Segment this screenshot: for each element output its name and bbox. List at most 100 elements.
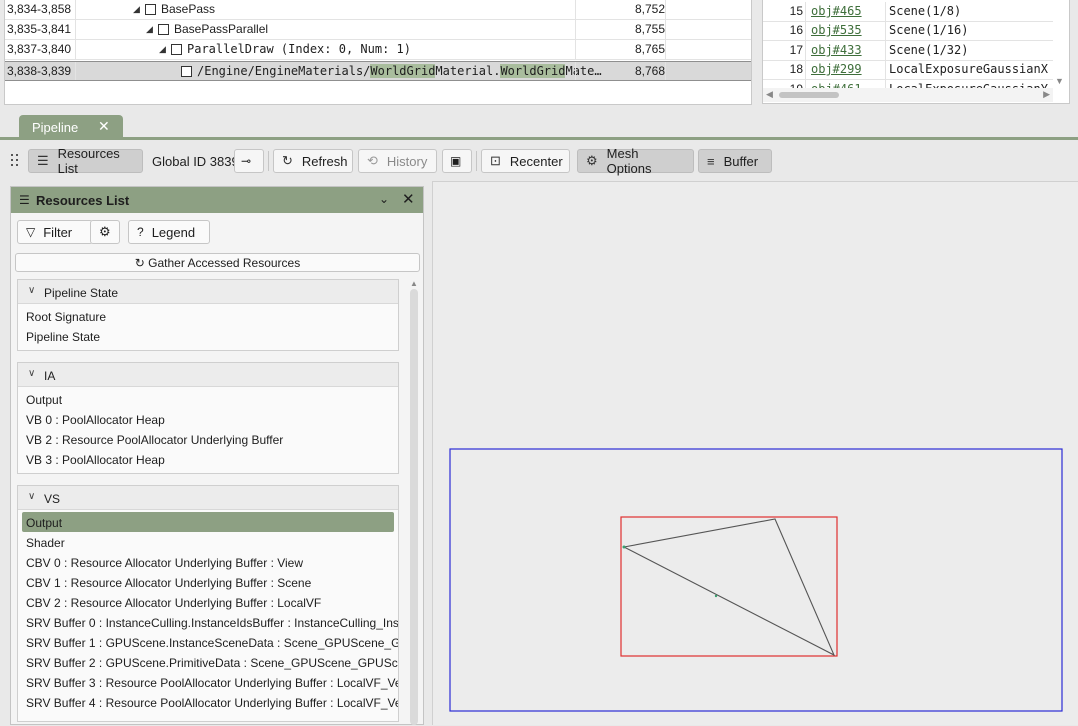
chevron-down-icon[interactable]: ∨ bbox=[28, 285, 35, 296]
resource-item[interactable]: Pipeline State bbox=[18, 326, 398, 346]
column-divider bbox=[665, 62, 666, 80]
object-row[interactable]: 16 obj#535 Scene(1/16) bbox=[763, 21, 1053, 41]
column-divider bbox=[885, 60, 886, 79]
scroll-left-icon[interactable]: ◀ bbox=[766, 89, 773, 100]
section-header[interactable]: ∨ Pipeline State bbox=[18, 280, 398, 304]
close-icon[interactable]: ✕ bbox=[402, 190, 415, 208]
drag-handle-icon[interactable] bbox=[11, 154, 19, 168]
event-id: 8,765 bbox=[634, 42, 665, 56]
tab-pipeline[interactable]: Pipeline ✕ bbox=[19, 115, 123, 139]
chevron-down-icon[interactable]: ⌄ bbox=[379, 192, 389, 206]
scroll-up-icon[interactable]: ▲ bbox=[410, 279, 418, 288]
resources-list-toggle-button[interactable]: ☰ Resources List bbox=[28, 146, 143, 176]
object-row[interactable]: 17 obj#433 Scene(1/32) bbox=[763, 41, 1053, 61]
object-name: Scene(1/16) bbox=[889, 23, 969, 37]
buffer-button[interactable]: ≡ Buffer bbox=[698, 149, 772, 173]
section-title: VS bbox=[44, 492, 61, 506]
resource-item[interactable]: CBV 2 : Resource Allocator Underlying Bu… bbox=[18, 592, 398, 612]
expand-triangle-icon[interactable]: ◢ bbox=[159, 44, 171, 55]
event-name: /Engine/EngineMaterials/WorldGrid Materia… bbox=[181, 64, 602, 78]
resource-item[interactable]: CBV 1 : Resource Allocator Underlying Bu… bbox=[18, 572, 398, 592]
event-row[interactable]: 3,837-3,840 ◢ ParallelDraw (Index: 0, Num:… bbox=[5, 40, 751, 60]
history-button[interactable]: ⟲ History bbox=[358, 149, 437, 173]
gather-accessed-resources-button[interactable]: ↻ Gather Accessed Resources bbox=[15, 253, 420, 272]
mesh-preview-canvas[interactable] bbox=[433, 182, 1078, 726]
path-mid: Material. bbox=[435, 64, 501, 78]
event-label: BasePassParallel bbox=[174, 22, 269, 36]
recenter-button[interactable]: ⊡ Recenter bbox=[481, 149, 570, 173]
object-row[interactable]: 15 obj#465 Scene(1/8) bbox=[763, 2, 1053, 22]
scroll-right-icon[interactable]: ▶ bbox=[1043, 89, 1050, 100]
resource-item[interactable]: Shader bbox=[18, 532, 398, 552]
refresh-button[interactable]: ↻ Refresh bbox=[273, 149, 353, 173]
resource-item[interactable]: VB 2 : Resource PoolAllocator Underlying… bbox=[18, 429, 398, 449]
filter-button[interactable]: ▽ Filter bbox=[17, 220, 93, 244]
object-link[interactable]: obj#535 bbox=[811, 23, 862, 37]
save-button[interactable]: ▣ bbox=[442, 149, 472, 173]
chevron-down-icon[interactable]: ∨ bbox=[28, 368, 35, 379]
expand-triangle-icon[interactable]: ◢ bbox=[133, 4, 145, 15]
resource-item[interactable]: SRV Buffer 0 : InstanceCulling.InstanceI… bbox=[18, 612, 398, 632]
buffer-icon: ≡ bbox=[707, 153, 715, 169]
checkbox[interactable] bbox=[145, 3, 156, 15]
refresh-icon: ↻ bbox=[282, 153, 293, 168]
checkbox[interactable] bbox=[158, 23, 169, 35]
event-row-selected[interactable]: 3,838-3,839/Engine/EngineMaterials/World… bbox=[5, 61, 751, 81]
section-header[interactable]: ∨ VS bbox=[18, 486, 398, 510]
object-row[interactable]: 18 obj#299 LocalExposureGaussianX bbox=[763, 60, 1053, 80]
search-highlight: WorldGrid bbox=[370, 64, 436, 78]
settings-button[interactable]: ⚙ bbox=[90, 220, 120, 244]
object-name: Scene(1/32) bbox=[889, 43, 969, 57]
column-divider bbox=[665, 40, 666, 59]
history-icon: ⟲ bbox=[367, 153, 378, 168]
column-divider bbox=[805, 21, 806, 40]
vertex-marker bbox=[622, 545, 626, 549]
close-icon[interactable]: ✕ bbox=[98, 118, 110, 135]
resource-item[interactable]: Root Signature bbox=[18, 306, 398, 326]
tab-strip-underline bbox=[0, 137, 1078, 140]
filter-icon: ▽ bbox=[26, 225, 36, 239]
column-divider bbox=[575, 40, 576, 59]
resources-list-header: ☰ Resources List ⌄ ✕ bbox=[11, 187, 423, 213]
section-header[interactable]: ∨ IA bbox=[18, 363, 398, 387]
object-link[interactable]: obj#465 bbox=[811, 4, 862, 18]
object-link[interactable]: obj#433 bbox=[811, 43, 862, 57]
section-title: Pipeline State bbox=[44, 286, 119, 300]
event-label: ParallelDraw (Index: 0, Num: 1) bbox=[187, 42, 411, 56]
chevron-down-icon[interactable]: ∨ bbox=[28, 491, 35, 502]
resources-list-label: Resources List bbox=[57, 146, 120, 176]
scrollbar-thumb[interactable] bbox=[779, 92, 839, 98]
mesh-options-button[interactable]: ⚙ Mesh Options bbox=[577, 146, 694, 176]
mesh-triangle bbox=[622, 518, 836, 657]
event-range: 3,837-3,840 bbox=[7, 42, 72, 56]
object-index: 15 bbox=[789, 4, 803, 18]
mesh-viewport[interactable] bbox=[432, 181, 1078, 725]
legend-button[interactable]: ? Legend bbox=[128, 220, 210, 244]
expand-triangle-icon[interactable]: ◢ bbox=[146, 24, 158, 35]
resource-item[interactable]: VB 3 : PoolAllocator Heap bbox=[18, 449, 398, 469]
recenter-label: Recenter bbox=[509, 153, 563, 169]
resource-item[interactable]: SRV Buffer 1 : GPUScene.InstanceSceneDat… bbox=[18, 632, 398, 652]
resource-item[interactable]: CBV 0 : Resource Allocator Underlying Bu… bbox=[18, 552, 398, 572]
scrollbar-thumb[interactable] bbox=[410, 289, 418, 725]
resources-list-scrollbar[interactable]: ▲ bbox=[409, 279, 419, 725]
column-divider bbox=[805, 2, 806, 21]
resource-item[interactable]: VB 0 : PoolAllocator Heap bbox=[18, 409, 398, 429]
pin-button[interactable]: ⊸ bbox=[234, 149, 264, 173]
resource-item[interactable]: SRV Buffer 3 : Resource PoolAllocator Un… bbox=[18, 672, 398, 692]
checkbox[interactable] bbox=[171, 43, 182, 55]
object-link[interactable]: obj#299 bbox=[811, 62, 862, 76]
event-name: ◢ BasePassParallel bbox=[146, 22, 268, 36]
object-table-vertical-scrollbar[interactable]: ▼ bbox=[1053, 0, 1067, 88]
resource-item[interactable]: Output bbox=[22, 512, 394, 532]
resource-item[interactable]: SRV Buffer 4 : Resource PoolAllocator Un… bbox=[18, 692, 398, 712]
resource-item[interactable]: SRV Buffer 2 : GPUScene.PrimitiveData : … bbox=[18, 652, 398, 672]
event-id: 8,768 bbox=[634, 64, 665, 78]
scroll-down-icon[interactable]: ▼ bbox=[1055, 76, 1064, 86]
resource-item[interactable]: Output bbox=[18, 389, 398, 409]
event-row[interactable]: 3,834-3,858 ◢ BasePass 8,752 bbox=[5, 0, 751, 20]
event-row[interactable]: 3,835-3,841 ◢ BasePassParallel 8,755 bbox=[5, 20, 751, 40]
resource-section: ∨ IA Output VB 0 : PoolAllocator Heap VB 2 :… bbox=[17, 362, 399, 474]
object-table-horizontal-scrollbar[interactable]: ◀ ▶ bbox=[763, 88, 1053, 102]
checkbox[interactable] bbox=[181, 65, 192, 77]
